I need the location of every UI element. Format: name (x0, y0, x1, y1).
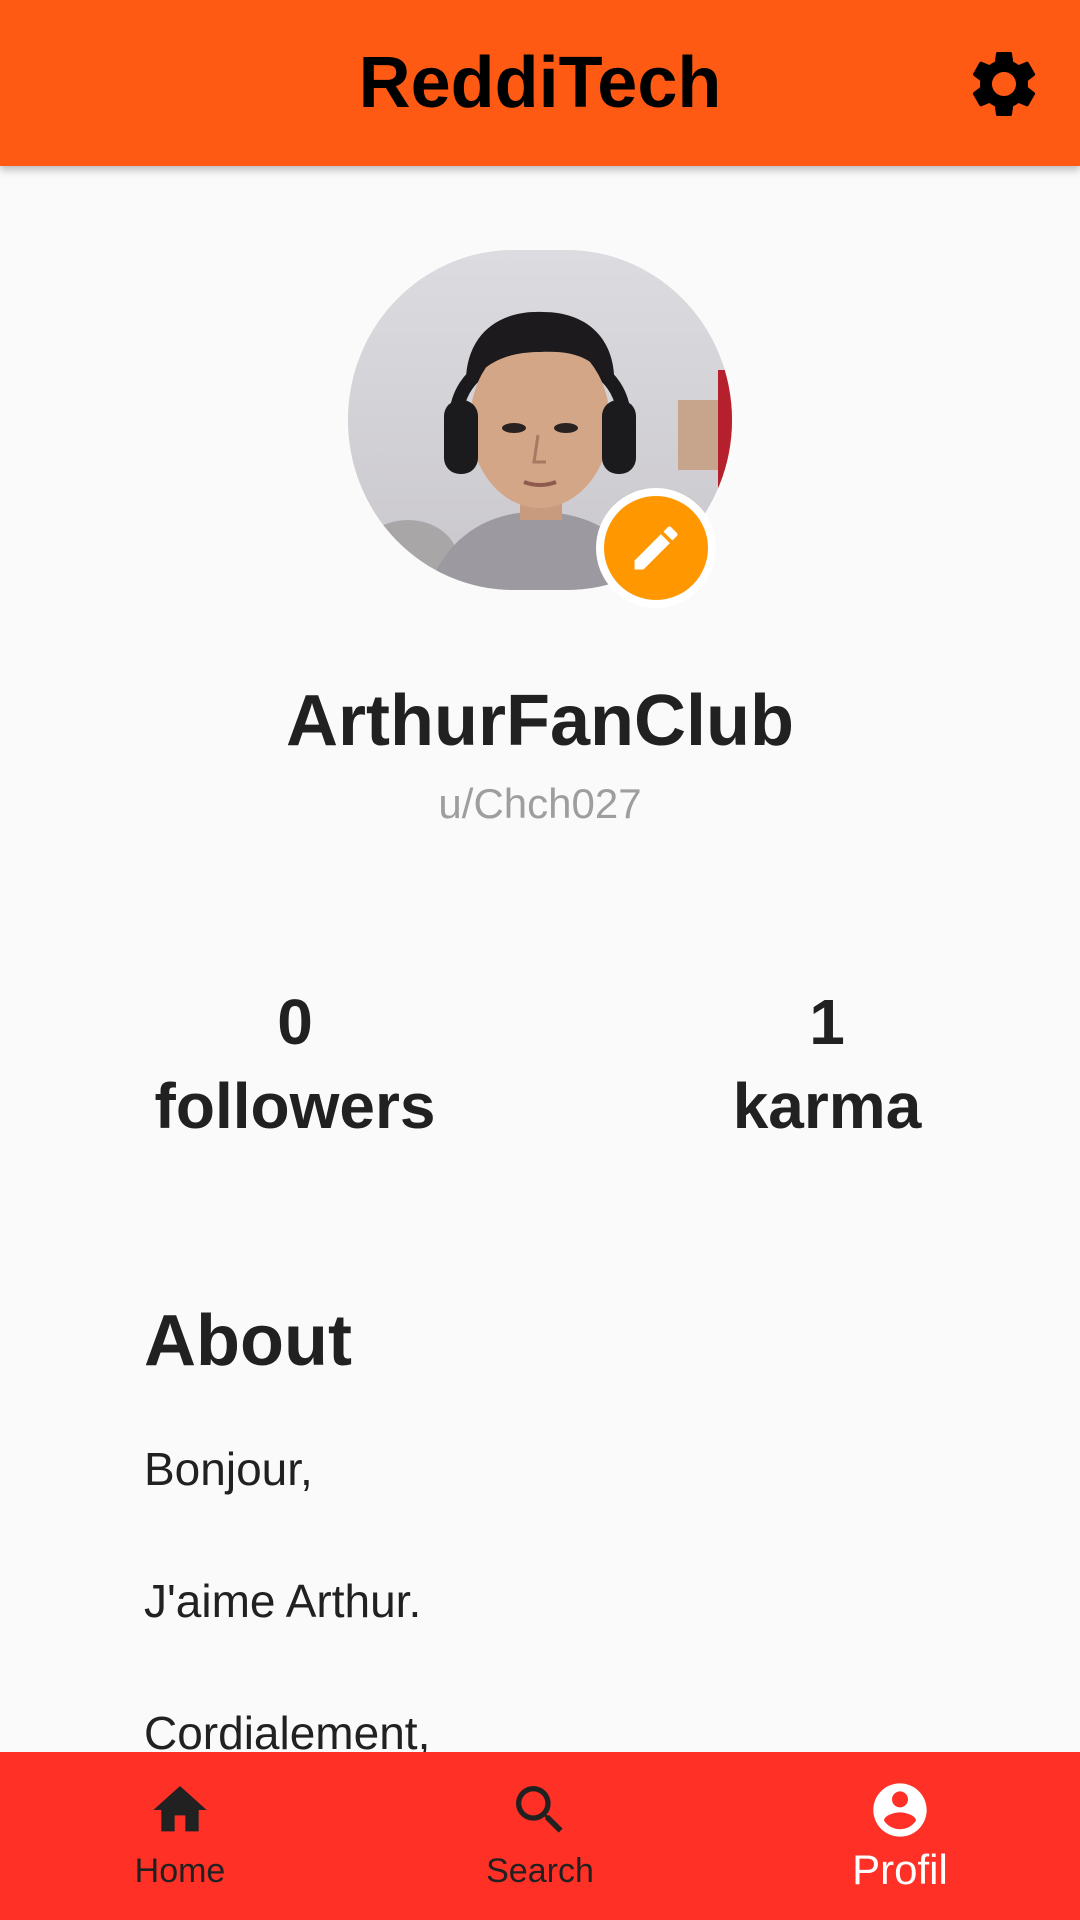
username: u/Chch027 (438, 780, 642, 827)
nav-item-home[interactable]: Home (0, 1752, 360, 1920)
followers-stat: 0 followers (95, 980, 495, 1148)
nav-item-search[interactable]: Search (360, 1752, 720, 1920)
edit-avatar-button[interactable] (596, 488, 716, 608)
nav-label-profil: Profil (852, 1846, 948, 1893)
edit-avatar-circle (604, 496, 708, 600)
followers-label: followers (154, 1070, 436, 1142)
display-name: ArthurFanClub (286, 681, 794, 761)
karma-stat: 1 karma (627, 980, 1027, 1148)
account-circle-icon (873, 1783, 927, 1837)
app-title: ReddiTech (358, 43, 722, 123)
app-screen: ReddiTech ArthurFanClub u/Chch027 0 foll… (0, 0, 1080, 1920)
gear-icon (972, 51, 1036, 116)
search-icon (516, 1786, 563, 1833)
app-bar: ReddiTech (0, 0, 1080, 166)
bottom-navigation: Home Search Profil (0, 1752, 1080, 1920)
karma-label: karma (732, 1070, 922, 1142)
about-heading: About (144, 1301, 352, 1381)
karma-count: 1 (809, 986, 845, 1058)
nav-item-profil[interactable]: Profil (720, 1752, 1080, 1920)
home-icon (153, 1786, 207, 1832)
about-text-line: Bonjour, (144, 1443, 313, 1495)
nav-label-home: Home (134, 1852, 226, 1890)
pencil-icon (634, 526, 678, 570)
nav-label-search: Search (486, 1852, 594, 1890)
followers-count: 0 (277, 986, 313, 1058)
about-text-line: J'aime Arthur. (144, 1575, 422, 1627)
settings-button[interactable] (964, 44, 1044, 124)
